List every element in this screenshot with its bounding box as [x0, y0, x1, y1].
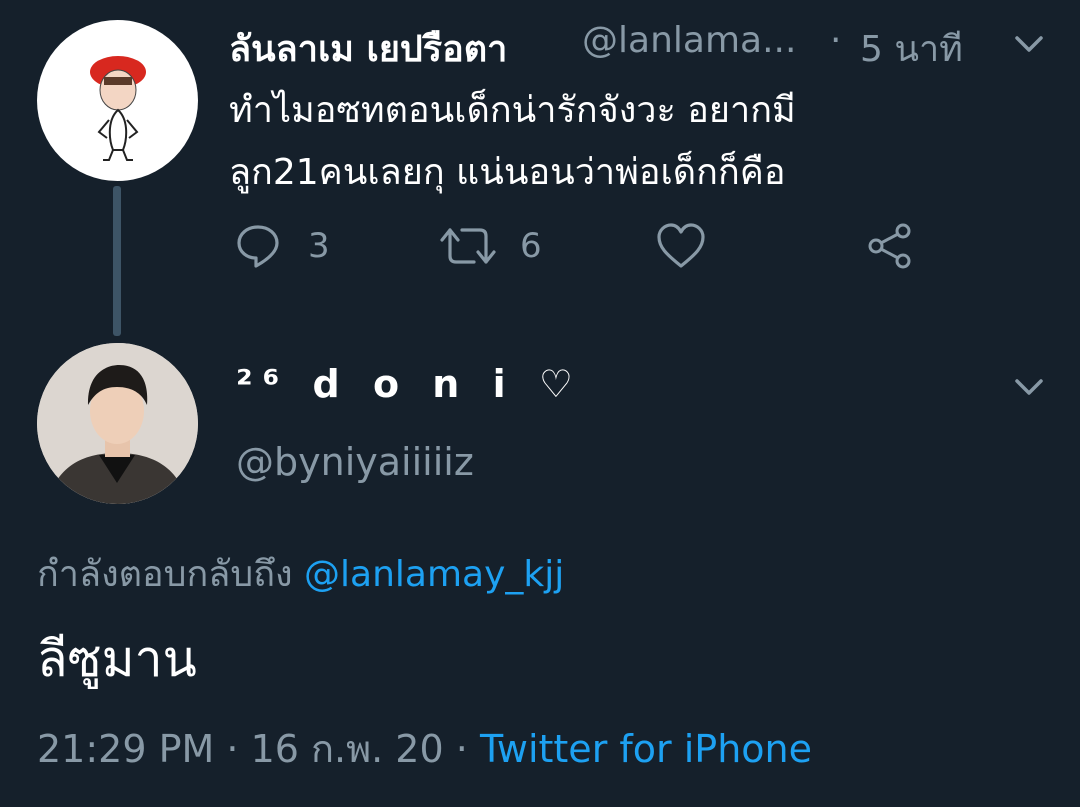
- share-icon[interactable]: [866, 222, 914, 274]
- tweet-client-link[interactable]: Twitter for iPhone: [480, 727, 812, 771]
- avatar-cartoon-image: [90, 56, 146, 161]
- reply-avatar[interactable]: [37, 343, 198, 504]
- retweet-count: 6: [520, 226, 542, 266]
- parent-tweet-text: ทำไมอซทตอนเด็กน่ารักจังวะ อยากมี ลูก21คน…: [229, 80, 1029, 204]
- retweet-icon[interactable]: [440, 222, 496, 274]
- parent-author-name[interactable]: ลันลาเม เยปรือตา: [229, 20, 507, 77]
- parent-timestamp[interactable]: 5 นาที: [860, 20, 963, 77]
- tweet-date[interactable]: 16 ก.พ. 20: [251, 727, 444, 771]
- reply-tweet-text: ลีซูมาน: [37, 630, 197, 688]
- chevron-down-icon[interactable]: [1009, 367, 1049, 407]
- tweet-time[interactable]: 21:29 PM: [37, 727, 214, 771]
- parent-action-bar: 3 6: [0, 222, 1080, 272]
- parent-separator-dot: ·: [830, 20, 842, 61]
- reply-icon[interactable]: [234, 222, 282, 274]
- replying-to-label: กำลังตอบกลับถึง: [37, 554, 293, 595]
- replying-to-line: กำลังตอบกลับถึง @lanlamay_kjj: [37, 545, 564, 602]
- parent-avatar[interactable]: [37, 20, 198, 181]
- parent-tweet-line-1: ทำไมอซทตอนเด็กน่ารักจังวะ อยากมี: [229, 90, 796, 131]
- reply-author-handle[interactable]: @byniyaiiiiiz: [236, 440, 474, 484]
- reply-author-name[interactable]: ²⁶ d o n i ♡: [236, 362, 583, 406]
- like-icon[interactable]: [656, 222, 706, 274]
- parent-author-handle[interactable]: @lanlama...: [582, 20, 796, 61]
- replying-to-mention[interactable]: @lanlamay_kjj: [304, 554, 564, 595]
- tweet-metadata: 21:29 PM · 16 ก.พ. 20 · Twitter for iPho…: [37, 718, 812, 779]
- reply-count: 3: [308, 226, 330, 266]
- meta-separator: ·: [226, 727, 239, 771]
- parent-tweet-line-2: ลูก21คนเลยกุ แน่นอนว่าพ่อเด็กก็คือ: [229, 152, 786, 193]
- avatar-photo-image: [37, 343, 198, 504]
- chevron-down-icon[interactable]: [1009, 24, 1049, 64]
- meta-separator: ·: [455, 727, 468, 771]
